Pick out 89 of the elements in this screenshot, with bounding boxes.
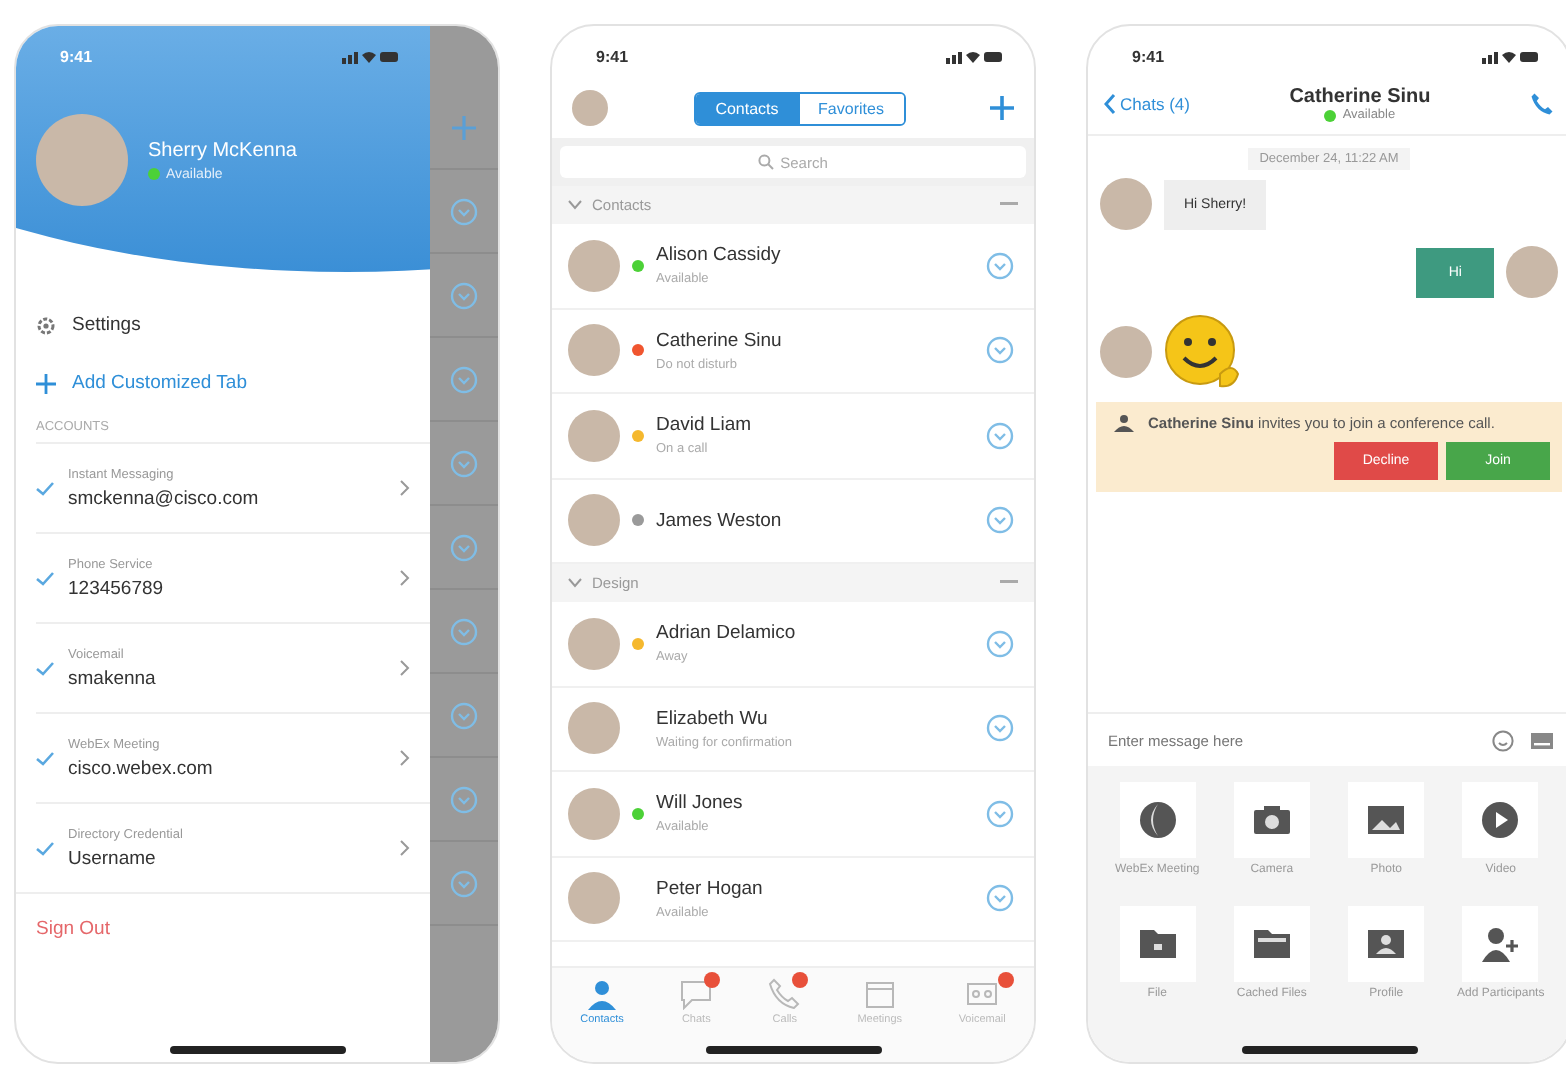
circle-chevron-icon[interactable] (986, 629, 1014, 658)
keyboard-icon[interactable] (1530, 731, 1554, 749)
circle-chevron-icon[interactable] (450, 281, 478, 309)
contact-name: David Liam (656, 414, 754, 437)
chevron-icon (400, 660, 410, 676)
account-value: smckenna@cisco.com (68, 487, 261, 509)
more-icon[interactable] (1000, 580, 1018, 586)
avatar (1100, 178, 1152, 230)
phone-icon[interactable] (1530, 92, 1554, 116)
contact-name: Catherine Sinu (656, 329, 784, 352)
back-button[interactable]: Chats (4) (1104, 94, 1190, 114)
avatar (568, 787, 620, 840)
sphere-icon (1135, 798, 1180, 842)
avatar (568, 617, 620, 670)
calendar-icon (863, 978, 896, 1010)
chevron-icon (400, 840, 410, 856)
circle-chevron-icon[interactable] (450, 701, 478, 729)
voicemail-icon (966, 978, 999, 1010)
avatar (36, 114, 128, 206)
avatar (568, 494, 620, 547)
settings-icon (36, 315, 56, 335)
circle-chevron-icon[interactable] (450, 869, 478, 897)
status-icons (1482, 49, 1538, 63)
attachment-button[interactable] (1233, 782, 1310, 858)
circle-chevron-icon[interactable] (450, 617, 478, 645)
play-icon (1478, 798, 1523, 842)
back-chevron-icon (1104, 94, 1116, 114)
contact-name: Peter Hogan (656, 877, 765, 900)
avatar (568, 409, 620, 462)
circle-chevron-icon[interactable] (986, 251, 1014, 280)
circle-chevron-icon[interactable] (986, 799, 1014, 828)
attachment-button[interactable] (1348, 782, 1425, 858)
circle-chevron-icon[interactable] (986, 884, 1014, 913)
chevron-icon (400, 570, 410, 586)
attachment-button[interactable] (1233, 906, 1310, 982)
contact-name: James Weston (656, 509, 784, 532)
profile-name: Sherry McKenna (148, 139, 297, 161)
chat-title: Catherine Sinu (1287, 86, 1433, 108)
avatar (1506, 246, 1558, 298)
status-time: 9:41 (596, 47, 629, 65)
avatar (1100, 326, 1152, 378)
plus-icon (36, 373, 56, 393)
more-icon[interactable] (1000, 202, 1018, 208)
menu-item[interactable]: Add Customized Tab (16, 354, 430, 412)
attachment-button[interactable] (1462, 906, 1539, 982)
attachment-button[interactable] (1119, 906, 1196, 982)
circle-chevron-icon[interactable] (450, 365, 478, 393)
people-icon (1112, 414, 1136, 432)
attachment-button[interactable] (1119, 782, 1196, 858)
avatar (568, 702, 620, 755)
circle-chevron-icon[interactable] (986, 506, 1014, 535)
status-icons (342, 49, 398, 63)
avatar (568, 872, 620, 925)
account-value: cisco.webex.com (68, 757, 215, 779)
avatar (568, 324, 620, 377)
circle-chevron-icon[interactable] (450, 785, 478, 813)
plus-icon[interactable] (990, 96, 1014, 120)
status-time: 9:41 (60, 47, 93, 65)
contact-name: Will Jones (656, 792, 745, 815)
account-value: Username (68, 847, 158, 869)
contact-name: Adrian Delamico (656, 622, 798, 645)
smiley-emoji-icon (1164, 314, 1244, 390)
status-icons (946, 49, 1002, 63)
account-value: 123456789 (68, 577, 166, 599)
status-time: 9:41 (1132, 47, 1165, 65)
attachment-button[interactable] (1462, 782, 1539, 858)
chevron-icon (400, 750, 410, 766)
plus-icon (452, 115, 476, 139)
circle-chevron-icon[interactable] (450, 197, 478, 225)
circle-chevron-icon[interactable] (986, 336, 1014, 365)
circle-chevron-icon[interactable] (986, 714, 1014, 743)
avatar (568, 239, 620, 292)
phone-icon (768, 978, 801, 1010)
chat-bubble-icon (680, 978, 713, 1010)
search-icon (758, 154, 775, 170)
avatar (572, 90, 608, 126)
smiley-icon[interactable] (1492, 729, 1514, 751)
attachment-button[interactable] (1348, 906, 1425, 982)
person-icon (586, 978, 618, 1010)
contact-name: Alison Cassidy (656, 244, 783, 267)
segment-tab[interactable]: Contacts (695, 93, 799, 123)
account-value: smakenna (68, 667, 158, 689)
circle-chevron-icon[interactable] (450, 533, 478, 561)
chevron-icon (400, 480, 410, 496)
circle-chevron-icon[interactable] (450, 449, 478, 477)
add-person-icon (1478, 922, 1523, 966)
menu-item[interactable]: Settings (16, 296, 430, 354)
contact-name: Elizabeth Wu (656, 707, 770, 730)
circle-chevron-icon[interactable] (986, 421, 1014, 450)
